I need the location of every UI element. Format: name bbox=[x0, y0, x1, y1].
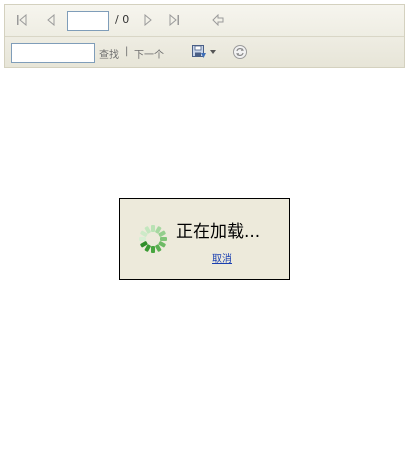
report-viewer: / 0 查找 | 下一个 正在加载... 取消 bbox=[0, 0, 419, 455]
prev-page-icon[interactable] bbox=[43, 12, 59, 28]
report-toolbar: / 0 查找 | 下一个 bbox=[4, 4, 405, 68]
last-page-icon[interactable] bbox=[166, 12, 182, 28]
navigation-toolbar: / 0 bbox=[5, 5, 404, 37]
spinner-icon bbox=[137, 223, 169, 255]
refresh-icon[interactable] bbox=[232, 44, 248, 60]
loading-message: 正在加载... bbox=[176, 222, 261, 242]
find-next-link[interactable]: 下一个 bbox=[134, 46, 164, 61]
loading-dialog: 正在加载... 取消 bbox=[119, 198, 290, 280]
find-link[interactable]: 查找 bbox=[99, 46, 119, 61]
separator: | bbox=[125, 46, 129, 57]
page-number-input[interactable] bbox=[67, 11, 109, 31]
back-icon[interactable] bbox=[210, 12, 226, 28]
chevron-down-icon[interactable] bbox=[209, 44, 217, 60]
page-total: / 0 bbox=[115, 13, 130, 26]
save-icon[interactable] bbox=[190, 44, 208, 60]
first-page-icon[interactable] bbox=[14, 12, 30, 28]
search-input[interactable] bbox=[11, 43, 95, 63]
cancel-link[interactable]: 取消 bbox=[212, 250, 232, 265]
next-page-icon[interactable] bbox=[140, 12, 156, 28]
find-toolbar: 查找 | 下一个 bbox=[5, 37, 404, 68]
